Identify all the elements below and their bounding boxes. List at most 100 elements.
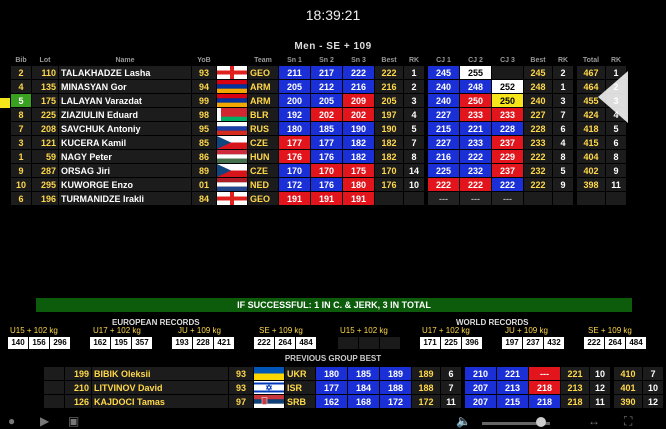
column-header: Sn 1 xyxy=(287,56,302,64)
cj-attempt-1: 245 xyxy=(428,66,459,79)
cj-attempt-1: 210 xyxy=(465,367,496,380)
athlete-team: GEO xyxy=(248,66,278,79)
snatch-best: 170 xyxy=(375,164,403,177)
record-label: JU + 109 kg xyxy=(505,326,548,335)
results-table: Bib Lot Name YoB Team Sn 1 Sn 2 Sn 3 Best RK CJ 1 C… xyxy=(10,54,627,206)
athlete-bib: 7 xyxy=(11,122,31,135)
athlete-name: TALAKHADZE Lasha xyxy=(59,66,191,79)
athlete-yob: 86 xyxy=(192,150,216,163)
snatch-attempt-1: 170 xyxy=(279,164,310,177)
column-gap xyxy=(462,381,464,394)
record-value: 225 xyxy=(441,337,461,349)
athlete-flag xyxy=(254,381,284,394)
snatch-attempt-2: 176 xyxy=(311,150,342,163)
cj-rank: 12 xyxy=(590,381,610,394)
snatch-rank: 10 xyxy=(404,178,424,191)
resize-icon[interactable]: ↔ xyxy=(588,414,600,428)
cj-attempt-3: --- xyxy=(492,192,523,205)
table-row: 1 59 NAGY Peter 86 HUN 176 176 182 182 8 216 222 229… xyxy=(11,150,626,163)
cj-attempt-3: 233 xyxy=(492,108,523,121)
athlete-lot: 196 xyxy=(32,192,58,205)
athlete-name: ZIAZIULIN Eduard xyxy=(59,108,191,121)
snatch-rank: 5 xyxy=(404,122,424,135)
record-value: 264 xyxy=(605,337,625,349)
play-icon[interactable]: ▶ xyxy=(40,414,49,428)
cj-attempt-3: 237 xyxy=(492,164,523,177)
total: 404 xyxy=(577,150,605,163)
fullscreen-icon[interactable]: ⛶ xyxy=(624,414,632,429)
total-rank xyxy=(606,192,626,205)
flag-geo-icon xyxy=(217,192,247,205)
record-group xyxy=(338,337,400,349)
cj-attempt-2: 232 xyxy=(460,164,491,177)
cj-attempt-2: 221 xyxy=(497,367,528,380)
column-header: CJ 3 xyxy=(500,56,515,64)
total-rank: 12 xyxy=(643,395,663,408)
cj-attempt-2: 255 xyxy=(460,66,491,79)
snatch-attempt-3: 209 xyxy=(343,94,374,107)
cj-attempt-2: 233 xyxy=(460,108,491,121)
athlete-bib: 2 xyxy=(11,66,31,79)
total-rank: 8 xyxy=(606,150,626,163)
athlete-team: NED xyxy=(248,178,278,191)
cj-attempt-1: 240 xyxy=(428,80,459,93)
column-gap xyxy=(574,150,576,163)
record-value: 296 xyxy=(50,337,70,349)
athlete-lot: 210 xyxy=(65,381,91,394)
snatch-attempt-1: 180 xyxy=(316,367,347,380)
cj-attempt-1: 207 xyxy=(465,381,496,394)
snatch-attempt-2: 184 xyxy=(348,381,379,394)
record-value: 357 xyxy=(132,337,152,349)
cj-best: 222 xyxy=(524,150,552,163)
screen-icon[interactable]: ▣ xyxy=(68,414,79,428)
snatch-attempt-3: 188 xyxy=(380,381,411,394)
athlete-yob: 93 xyxy=(192,66,216,79)
athlete-yob: 94 xyxy=(192,80,216,93)
flag-ned-icon xyxy=(217,178,247,191)
record-label: U17 + 102 kg xyxy=(93,326,141,335)
column-header: Lot xyxy=(39,56,51,64)
flag-ukr-icon xyxy=(254,367,284,380)
athlete-bib: 9 xyxy=(11,164,31,177)
apple-icon[interactable]: ● xyxy=(8,414,15,428)
column-header: YoB xyxy=(197,56,211,64)
athlete-yob: 97 xyxy=(229,395,253,408)
athlete-flag xyxy=(217,108,247,121)
snatch-attempt-1: 200 xyxy=(279,94,310,107)
volume-icon[interactable]: 🔈 xyxy=(456,414,471,428)
cj-best: 213 xyxy=(561,381,589,394)
athlete-bib: 5 xyxy=(11,94,31,107)
athlete-team: CZE xyxy=(248,164,278,177)
snatch-rank: 1 xyxy=(404,66,424,79)
athlete-flag xyxy=(217,150,247,163)
record-value: 228 xyxy=(193,337,213,349)
cj-attempt-3: 229 xyxy=(492,150,523,163)
group-title: Men - SE + 109 xyxy=(294,41,372,52)
cj-attempt-3: 250 xyxy=(492,94,523,107)
cj-rank: 6 xyxy=(553,122,573,135)
cj-attempt-3: 252 xyxy=(492,80,523,93)
athlete-team: HUN xyxy=(248,150,278,163)
snatch-rank: 3 xyxy=(404,94,424,107)
chevron-left-icon[interactable] xyxy=(598,71,628,123)
snatch-attempt-3: 190 xyxy=(343,122,374,135)
snatch-attempt-3: 182 xyxy=(343,136,374,149)
snatch-rank: 7 xyxy=(441,381,461,394)
athlete-flag xyxy=(217,136,247,149)
athlete-lot: 287 xyxy=(32,164,58,177)
athlete-flag xyxy=(217,192,247,205)
column-header: Best xyxy=(381,56,397,64)
record-group: 222 264 484 xyxy=(254,337,316,349)
flag-blr-icon xyxy=(217,108,247,121)
athlete-lot: 295 xyxy=(32,178,58,191)
snatch-attempt-1: 172 xyxy=(279,178,310,191)
volume-knob[interactable] xyxy=(536,417,546,427)
cj-attempt-2: 250 xyxy=(460,94,491,107)
total-rank: 10 xyxy=(643,381,663,394)
athlete-flag xyxy=(217,122,247,135)
athlete-yob: 84 xyxy=(192,192,216,205)
total-rank: 9 xyxy=(606,164,626,177)
player-controls: ● ▶ ▣ 🔈 ↔ ⛶ xyxy=(0,414,666,428)
record-value xyxy=(359,337,379,349)
athlete-name: NAGY Peter xyxy=(59,150,191,163)
